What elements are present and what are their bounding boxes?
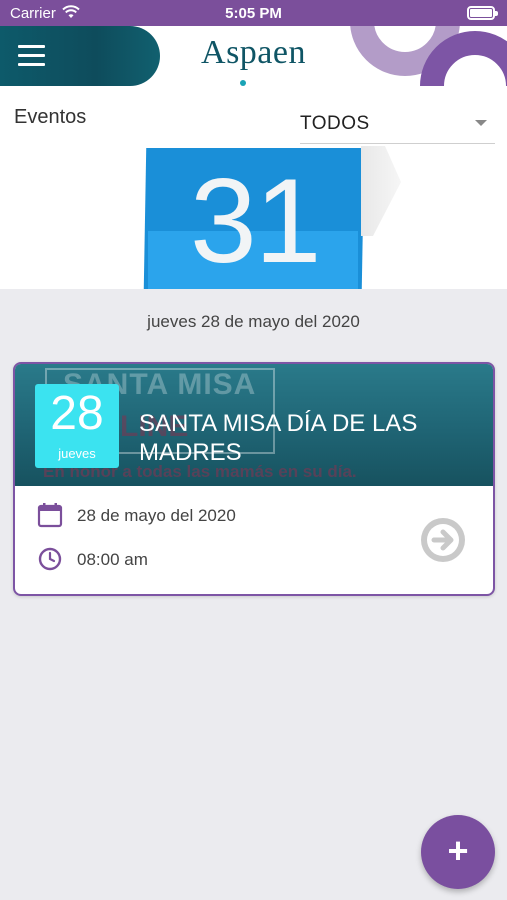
add-event-button[interactable]: + xyxy=(421,815,495,889)
events-toolbar: Eventos TODOS xyxy=(0,86,507,146)
app-header: Aspaen xyxy=(0,26,507,86)
badge-weekday: jueves xyxy=(58,446,96,461)
calendar-banner: 31 xyxy=(0,146,507,289)
event-time: 08:00 am xyxy=(77,550,148,569)
event-date: 28 de mayo del 2020 xyxy=(77,506,236,525)
status-bar: Carrier 5:05 PM xyxy=(0,0,507,26)
date-badge: 28 jueves xyxy=(35,384,119,468)
clock: 5:05 PM xyxy=(225,5,282,22)
filter-dropdown[interactable]: TODOS xyxy=(300,106,495,144)
calendar-flip xyxy=(361,146,401,236)
plus-icon: + xyxy=(447,830,469,871)
arrow-right-icon xyxy=(427,524,459,556)
calendar-icon xyxy=(37,502,63,528)
chevron-down-icon xyxy=(475,120,487,126)
date-group-header: jueves 28 de mayo del 2020 xyxy=(147,312,360,331)
battery-icon xyxy=(467,6,498,20)
badge-day: 28 xyxy=(50,387,104,440)
event-title: SANTA MISA DÍA DE LAS MADRES xyxy=(139,410,418,466)
calendar-number: 31 xyxy=(190,154,321,288)
clock-icon xyxy=(37,546,63,572)
filter-selected-value: TODOS xyxy=(300,113,370,134)
event-image: SANTA MISA ONLINE En honor a todas las m… xyxy=(15,364,493,486)
event-card[interactable]: SANTA MISA ONLINE En honor a todas las m… xyxy=(13,362,495,596)
event-details: 28 de mayo del 2020 08:00 am xyxy=(15,486,493,594)
open-event-button[interactable] xyxy=(421,518,465,562)
page-title: Eventos xyxy=(14,106,87,128)
